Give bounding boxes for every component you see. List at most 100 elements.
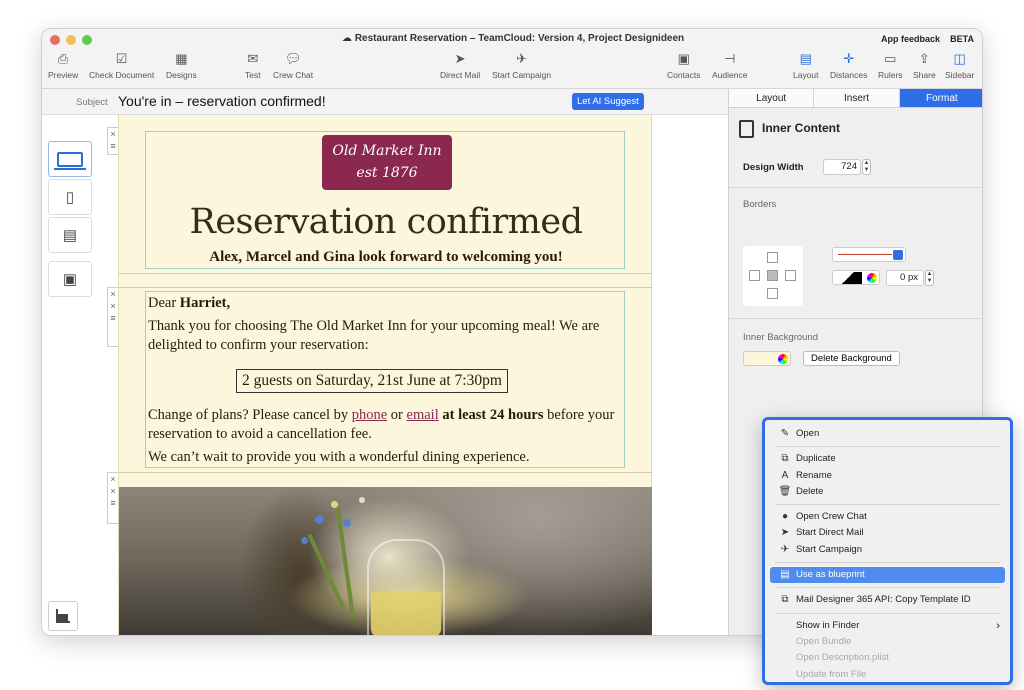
pencil-icon: ✎ [780, 428, 790, 439]
menu-separator [775, 504, 1000, 506]
design-width-input[interactable]: 724 [823, 159, 861, 175]
menu-item-start-direct-mail[interactable]: ➤ Start Direct Mail [770, 525, 1005, 541]
delete-background-button[interactable]: Delete Background [803, 351, 900, 366]
menu-item-show-in-finder[interactable]: Show in Finder › [770, 618, 1005, 634]
menu-item-open-crew-chat[interactable]: ● Open Crew Chat [770, 509, 1005, 525]
layout-block-view-button[interactable]: ▣ [48, 261, 92, 297]
greeting-prefix: Dear [148, 295, 180, 311]
block-icon: ▣ [62, 271, 78, 288]
color-swatch [834, 272, 862, 284]
menu-item-open-bundle: Open Bundle [770, 634, 1005, 650]
menu-item-delete[interactable]: 🗑︎ Delete [770, 484, 1005, 500]
mobile-view-button[interactable]: ▯ [48, 179, 92, 215]
let-ai-suggest-button[interactable]: Let AI Suggest [572, 93, 644, 110]
sidebar-button[interactable]: ◫ Sidebar [945, 50, 974, 80]
contacts-label: Contacts [667, 70, 701, 80]
menu-label: Use as blueprint [796, 569, 865, 581]
crew-chat-button[interactable]: 💬︎ Crew Chat [273, 50, 313, 80]
flower [331, 501, 338, 508]
panel-heading: Inner Content [739, 120, 840, 138]
direct-mail-label: Direct Mail [440, 70, 481, 80]
menu-item-rename[interactable]: A Rename [770, 468, 1005, 484]
designs-icon: ▦ [175, 51, 188, 66]
document-icon: ▤ [62, 227, 78, 244]
panel-tabs: Layout Insert Format [729, 89, 982, 108]
desktop-view-button[interactable] [48, 141, 92, 177]
email-subheadline[interactable]: Alex, Marcel and Gina look forward to we… [146, 249, 626, 266]
airplane-icon: ✈ [516, 51, 527, 66]
distances-label: Distances [830, 70, 868, 80]
layout-button[interactable]: ▤ Layout [793, 50, 819, 80]
dining-photo[interactable] [119, 487, 653, 635]
subject-field[interactable]: You're in – reservation confirmed! [118, 93, 326, 109]
design-width-stepper[interactable]: ▲ ▼ [862, 159, 871, 175]
menu-label: Show in Finder [796, 619, 860, 631]
phone-link[interactable]: phone [352, 407, 387, 423]
test-button[interactable]: ✉ Test [245, 50, 261, 80]
flower [315, 515, 324, 524]
menu-label: Start Direct Mail [796, 527, 864, 539]
direct-mail-button[interactable]: ➤ Direct Mail [440, 50, 480, 80]
distances-icon: ✛ [843, 51, 855, 66]
border-all-toggle[interactable] [767, 270, 778, 281]
border-style-select[interactable] [832, 247, 906, 262]
preview-label: Preview [48, 70, 79, 80]
border-top-toggle[interactable] [767, 252, 778, 263]
logo-est: est 1876 [356, 165, 418, 181]
app-feedback-button[interactable]: App feedback [881, 34, 940, 44]
inner-background-color-well[interactable] [743, 351, 791, 366]
share-icon: ⇪ [918, 51, 930, 66]
flower [343, 519, 351, 527]
rename-icon: A [781, 469, 789, 481]
tab-layout[interactable]: Layout [729, 89, 815, 107]
phone-icon: ▯ [65, 189, 75, 206]
tab-format[interactable]: Format [899, 89, 982, 107]
window-title: ☁ Restaurant Reservation – TeamCloud: Ver… [42, 33, 982, 44]
designs-label: Designs [166, 70, 197, 80]
rulers-label: Rulers [878, 70, 903, 80]
resize-corner-button[interactable] [48, 601, 78, 631]
header-section[interactable]: Old Market Inn est 1876 Reservation conf… [145, 131, 625, 269]
panel-heading-text: Inner Content [762, 121, 840, 136]
menu-item-start-campaign[interactable]: ✈ Start Campaign [770, 542, 1005, 558]
envelope-icon: ✉ [247, 51, 259, 66]
copy-icon: ⧉ [781, 594, 789, 606]
designs-button[interactable]: ▦ Designs [166, 50, 197, 80]
text-view-button[interactable]: ▤ [48, 217, 92, 253]
contacts-button[interactable]: ▣ Contacts [667, 50, 701, 80]
panel-separator [729, 187, 982, 188]
test-label: Test [245, 70, 261, 80]
menu-label: Start Campaign [796, 543, 863, 555]
cloud-icon: ☁ [341, 33, 352, 44]
tab-insert[interactable]: Insert [814, 89, 900, 107]
menu-item-open[interactable]: ✎ Open [770, 426, 1005, 442]
body-section[interactable]: Dear Harriet, Thank you for choosing The… [145, 291, 625, 468]
layout-label: Layout [793, 70, 819, 80]
duplicate-icon: ⧉ [781, 453, 789, 465]
border-right-toggle[interactable] [785, 270, 796, 281]
white-wine [371, 592, 441, 635]
border-bottom-toggle[interactable] [767, 288, 778, 299]
start-campaign-button[interactable]: ✈ Start Campaign [492, 50, 551, 80]
audience-button[interactable]: ⊣ Audience [712, 50, 747, 80]
border-color-well[interactable] [832, 270, 880, 285]
check-document-button[interactable]: ☑ Check Document [89, 50, 154, 80]
menu-item-duplicate[interactable]: ⧉ Duplicate [770, 451, 1005, 467]
preview-button[interactable]: ⎙ Preview [48, 50, 78, 80]
rulers-button[interactable]: ▭ Rulers [878, 50, 903, 80]
distances-button[interactable]: ✛ Distances [830, 50, 867, 80]
menu-item-use-as-blueprint[interactable]: ▤ Use as blueprint [770, 567, 1005, 584]
border-width-input[interactable]: 0 px [886, 270, 924, 286]
subject-label: Subject [76, 97, 108, 108]
greeting-name: Harriet, [179, 295, 231, 311]
email-headline[interactable]: Reservation confirmed [146, 202, 626, 242]
blueprint-icon: ▤ [780, 569, 790, 581]
share-button[interactable]: ⇪ Share [913, 50, 936, 80]
border-width-stepper[interactable]: ▲ ▼ [925, 270, 934, 286]
cancel-deadline: at least 24 hours [438, 407, 544, 423]
laptop-icon [54, 151, 86, 170]
email-link[interactable]: email [407, 407, 439, 423]
border-left-toggle[interactable] [749, 270, 760, 281]
menu-item-copy-template-id[interactable]: ⧉ Mail Designer 365 API: Copy Template ID [770, 592, 1005, 608]
check-document-label: Check Document [89, 70, 155, 80]
